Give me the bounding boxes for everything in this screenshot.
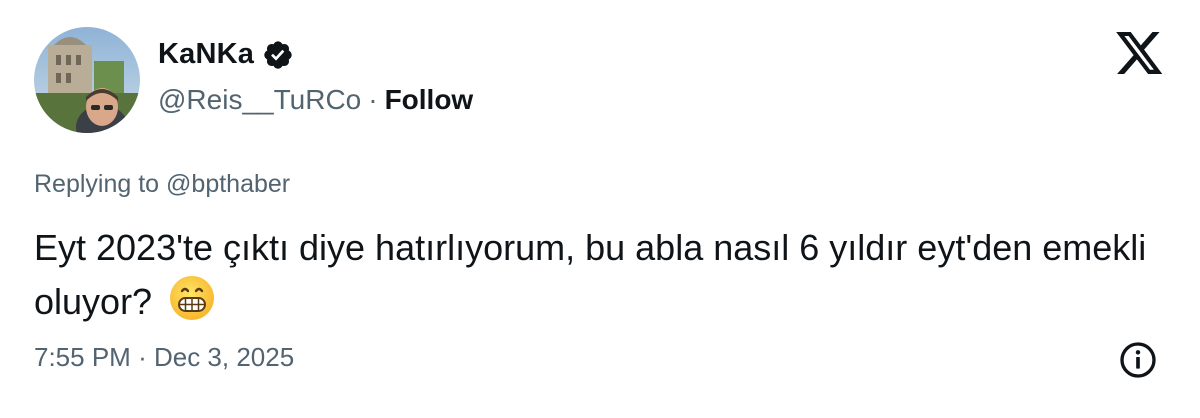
tweet-text: Eyt 2023'te çıktı diye hatırlıyorum, bu … <box>34 222 1154 328</box>
display-name[interactable]: KaNKa <box>158 38 254 71</box>
tweet-time: 7:55 PM <box>34 342 131 372</box>
handle-separator: · <box>368 84 378 115</box>
info-icon[interactable] <box>1118 340 1158 380</box>
author-name-row: KaNKa <box>158 38 294 71</box>
tweet-timestamp[interactable]: 7:55 PM · Dec 3, 2025 <box>34 342 294 373</box>
follow-button[interactable]: Follow <box>385 84 474 116</box>
author-handle-row: @Reis__TuRCo · Follow <box>158 84 473 116</box>
tweet-card: KaNKa @Reis__TuRCo · Follow Replying to … <box>0 0 1200 418</box>
replying-to: Replying to @bpthaber <box>34 170 290 199</box>
replying-prefix: Replying to <box>34 170 160 198</box>
author-handle[interactable]: @Reis__TuRCo <box>158 84 361 116</box>
x-logo-icon[interactable] <box>1116 32 1164 76</box>
tweet-date: Dec 3, 2025 <box>153 342 295 372</box>
avatar[interactable] <box>34 27 140 133</box>
reply-mention-link[interactable]: @bpthaber <box>166 170 290 198</box>
timestamp-separator: · <box>138 342 147 372</box>
verified-badge-icon <box>262 39 294 71</box>
grinning-face-emoji-icon <box>168 274 216 322</box>
